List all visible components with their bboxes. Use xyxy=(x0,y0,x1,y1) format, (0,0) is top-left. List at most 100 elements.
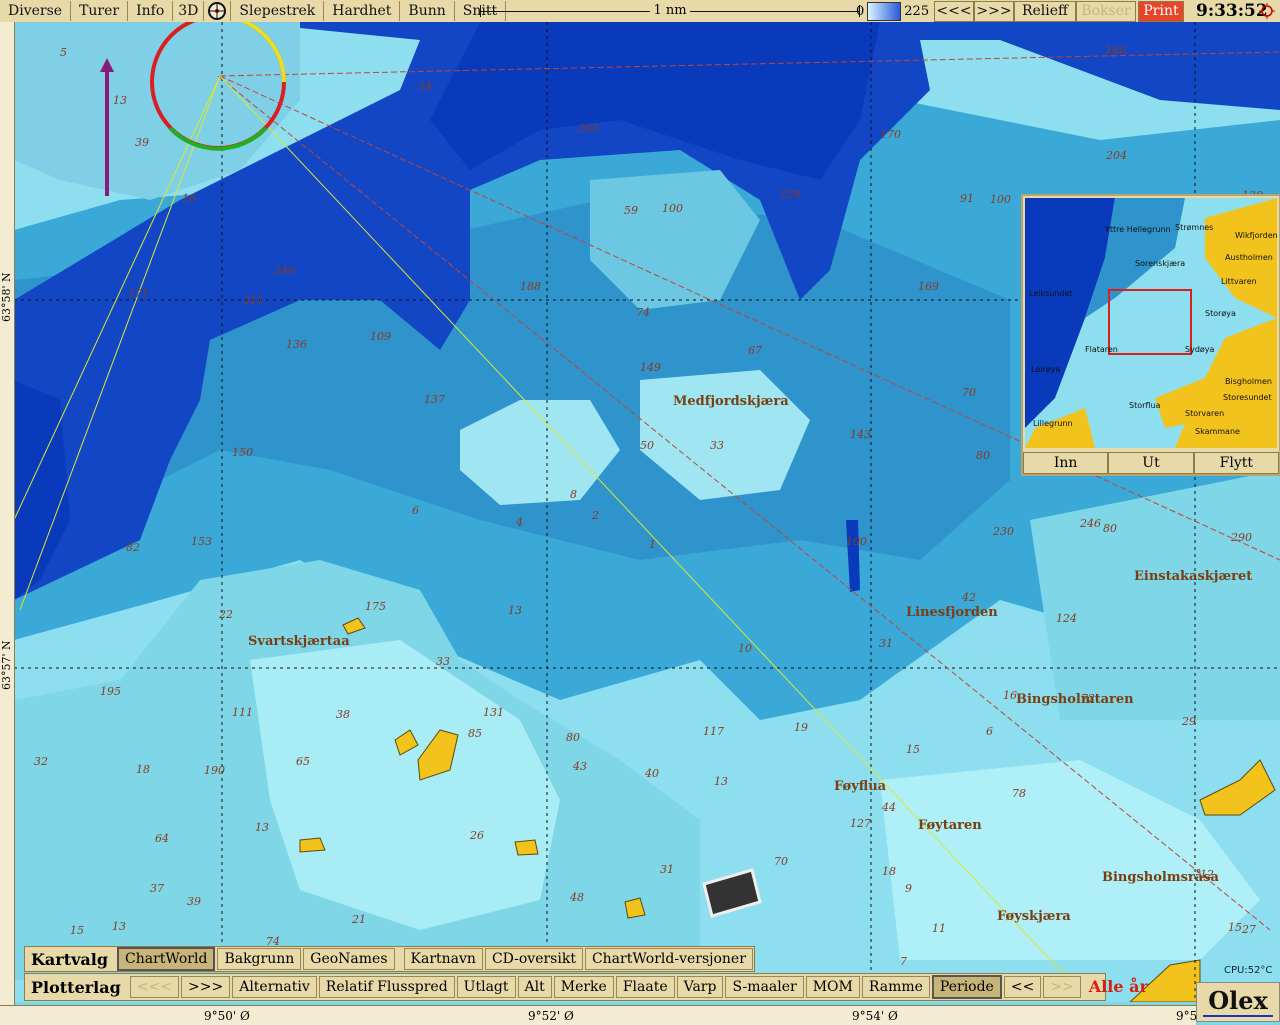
menu-bunn[interactable]: Bunn xyxy=(400,1,455,21)
depth-sounding: 29 xyxy=(1181,715,1196,728)
depth-sounding: 6 xyxy=(412,504,419,517)
plotterlag-ramme[interactable]: Ramme xyxy=(861,976,930,998)
kartvalg-panel: Kartvalg ChartWorld Bakgrunn GeoNames Ka… xyxy=(24,946,755,972)
place-medfjordskjaera: Medfjordskjæra xyxy=(673,394,789,409)
depth-sounding: 65 xyxy=(296,755,310,768)
kartvalg-kartnavn[interactable]: Kartnavn xyxy=(403,948,483,970)
plotterlag-varp[interactable]: Varp xyxy=(676,976,724,998)
depth-sounding: 31 xyxy=(879,637,893,650)
depth-sounding: 15 xyxy=(906,743,920,756)
olex-logo: Olex xyxy=(1196,982,1280,1022)
overview-map: Leiksundet Strømnes Yttre Hellegrunn Stores… xyxy=(1025,198,1277,448)
depth-sounding: 91 xyxy=(960,192,974,205)
prev-button[interactable]: <<< xyxy=(934,1,974,22)
depth-sounding: 24 xyxy=(417,80,432,93)
inset-place-label: Bisgholmen xyxy=(1225,377,1272,386)
plotterlag-alternativ[interactable]: Alternativ xyxy=(232,976,317,998)
crosshair-icon[interactable] xyxy=(204,1,232,21)
plotterlag-alle-ar[interactable]: Alle år xyxy=(1083,977,1154,997)
print-button[interactable]: Print xyxy=(1138,1,1184,22)
depth-sounding: 37 xyxy=(150,882,164,895)
depth-sounding: 5 xyxy=(60,46,67,59)
plotterlag-next[interactable]: >>> xyxy=(181,976,231,998)
depth-legend[interactable]: 0 225 xyxy=(856,2,929,21)
depth-sounding: 240 xyxy=(273,264,295,277)
menu-hardhet[interactable]: Hardhet xyxy=(324,1,401,21)
plotterlag-merke[interactable]: Merke xyxy=(553,976,614,998)
depth-sounding: 39 xyxy=(187,895,201,908)
depth-sounding: 150 xyxy=(232,446,253,459)
depth-sounding: 18 xyxy=(882,865,896,878)
lat-label: 63°57' N xyxy=(0,640,13,690)
plotterlag-flaate[interactable]: Flaate xyxy=(615,976,675,998)
inset-move-button[interactable]: Flytt xyxy=(1193,452,1279,474)
kartvalg-chartworld-versjoner[interactable]: ChartWorld-versjoner xyxy=(584,948,753,970)
depth-sounding: 80 xyxy=(976,449,990,462)
depth-sounding: 143 xyxy=(850,428,871,441)
inset-place-label: Littvaren xyxy=(1221,277,1257,286)
distance-scale-bar: 1 nm xyxy=(480,3,860,19)
menu-diverse[interactable]: Diverse xyxy=(0,1,72,21)
kartvalg-bakgrunn[interactable]: Bakgrunn xyxy=(217,948,302,970)
plotterlag-s-maaler[interactable]: S-maaler xyxy=(725,976,804,998)
cpu-temperature: CPU:52°C xyxy=(1224,965,1273,976)
plotterlag-mom[interactable]: MOM xyxy=(805,976,860,998)
clock: 9:33:52 xyxy=(1196,1,1268,21)
menu-slepestrek[interactable]: Slepestrek xyxy=(231,1,325,21)
depth-sounding: 19 xyxy=(794,721,808,734)
depth-sounding: 246 xyxy=(1079,517,1101,530)
depth-sounding: 10 xyxy=(738,642,752,655)
depth-sounding: 85 xyxy=(468,727,482,740)
plotterlag-periode[interactable]: Periode xyxy=(931,975,1002,999)
scale-label: 1 nm xyxy=(650,3,690,18)
inset-zoom-out-button[interactable]: Ut xyxy=(1108,452,1194,474)
menu-turer[interactable]: Turer xyxy=(71,1,129,21)
inset-place-label: Storflua xyxy=(1129,401,1161,410)
depth-sounding: 33 xyxy=(436,655,450,668)
plotterlag-utlagt[interactable]: Utlagt xyxy=(456,976,516,998)
bokser-button[interactable]: Bokser xyxy=(1076,1,1136,22)
depth-sounding: 13 xyxy=(508,604,522,617)
plotterlag-alt[interactable]: Alt xyxy=(517,976,552,998)
plotterlag-relatif-flusspred[interactable]: Relatif Flusspred xyxy=(318,976,455,998)
inset-zoom-in-button[interactable]: Inn xyxy=(1023,452,1109,474)
depth-sounding: 9 xyxy=(905,882,912,895)
inset-place-label: Sydøya xyxy=(1185,345,1215,354)
depth-sounding: 74 xyxy=(636,306,650,319)
depth-sounding: 169 xyxy=(918,280,939,293)
depth-sounding: 1 xyxy=(649,538,656,551)
menu-info[interactable]: Info xyxy=(128,1,174,21)
depth-sounding: 80 xyxy=(1103,522,1117,535)
plotterlag-forward[interactable]: >> xyxy=(1043,976,1081,998)
depth-sounding: 171 xyxy=(128,287,149,300)
relief-button[interactable]: Relieff xyxy=(1014,1,1076,22)
inset-place-label: Storvaren xyxy=(1185,409,1224,418)
depth-sounding: 64 xyxy=(155,832,169,845)
depth-sounding: 27 xyxy=(1241,923,1256,936)
depth-sounding: 124 xyxy=(1056,612,1077,625)
depth-sounding: 15 xyxy=(70,924,84,937)
depth-sounding: 100 xyxy=(662,202,683,215)
depth-sounding: 44 xyxy=(881,801,896,814)
kartvalg-cd-oversikt[interactable]: CD-oversikt xyxy=(484,948,583,970)
longitude-scale: 9°50' Ø 9°52' Ø 9°54' Ø 9°5 xyxy=(0,1005,1197,1025)
menu-3d[interactable]: 3D xyxy=(173,1,205,21)
kartvalg-chartworld[interactable]: ChartWorld xyxy=(117,947,216,971)
depth-sounding: 48 xyxy=(569,891,584,904)
overview-inset[interactable]: Leiksundet Strømnes Yttre Hellegrunn Stores… xyxy=(1021,194,1280,476)
depth-sounding: 175 xyxy=(365,600,386,613)
kartvalg-geonames[interactable]: GeoNames xyxy=(303,948,395,970)
depth-sounding: 13 xyxy=(255,821,269,834)
depth-sounding: 137 xyxy=(424,393,445,406)
place-svartskjaertaa: Svartskjærtaa xyxy=(248,634,350,649)
depth-sounding: 109 xyxy=(370,330,391,343)
depth-sounding: 6 xyxy=(986,725,993,738)
chart-map[interactable]: 5133916242651701802041302295910091100171… xyxy=(0,14,1280,1003)
depth-sounding: 78 xyxy=(1012,787,1026,800)
next-button[interactable]: >>> xyxy=(974,1,1014,22)
inset-place-label: Wikfjorden xyxy=(1235,231,1277,240)
depth-sounding: 22 xyxy=(218,608,233,621)
plotterlag-back[interactable]: << xyxy=(1003,976,1042,998)
plotterlag-prev[interactable]: <<< xyxy=(129,976,180,998)
lon-label: 9°52' Ø xyxy=(528,1009,574,1023)
